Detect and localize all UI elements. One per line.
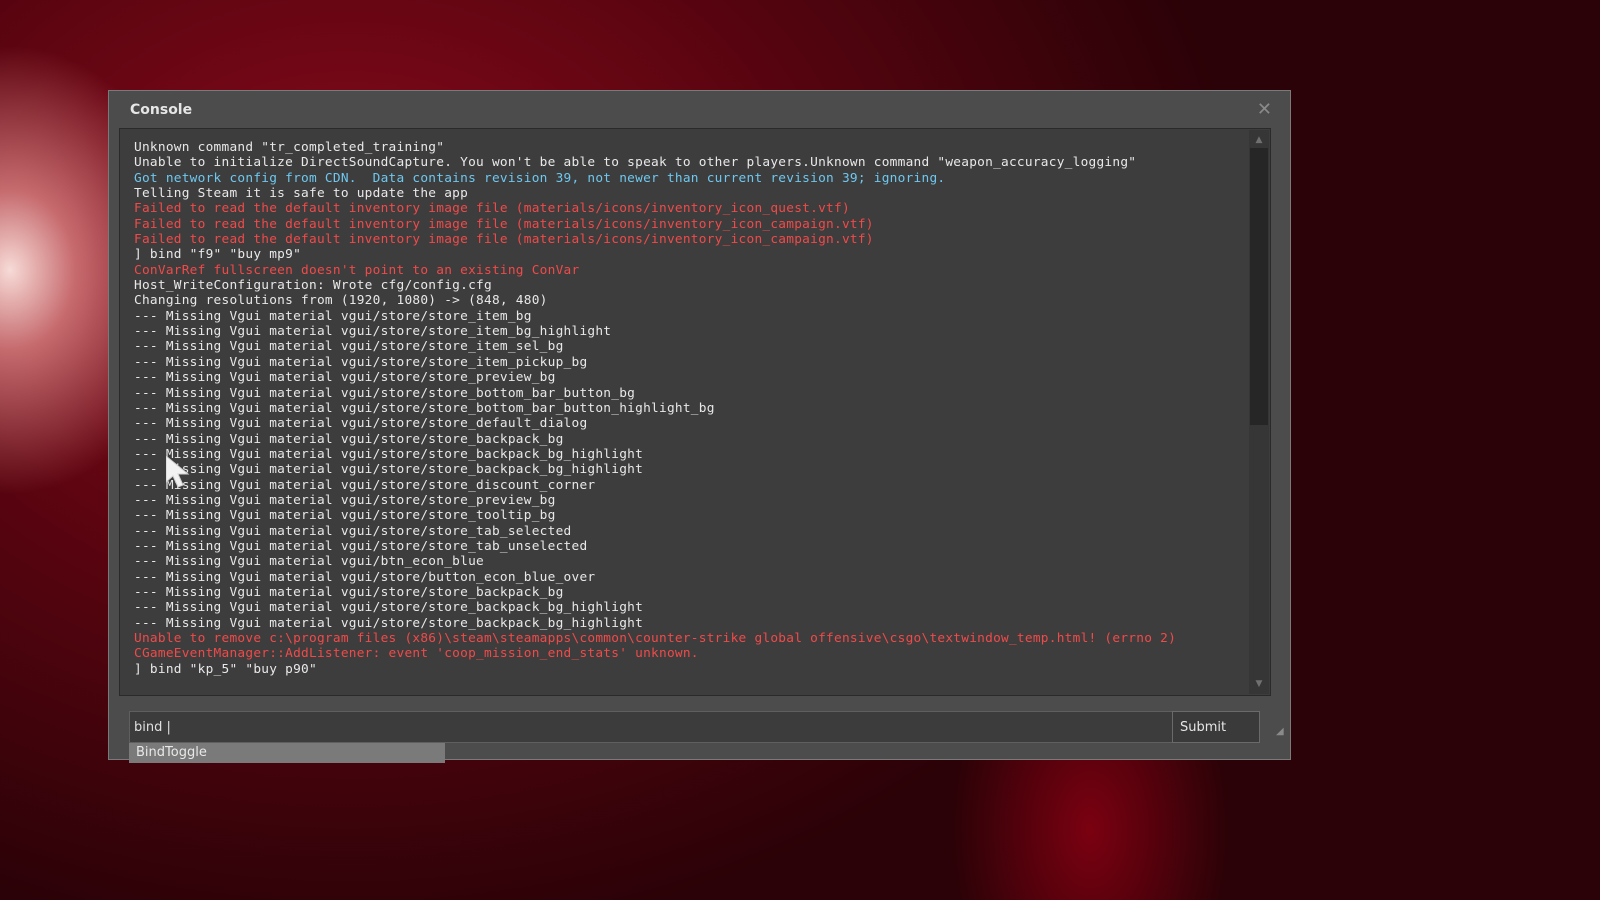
log-line: --- Missing Vgui material vgui/store/sto…: [134, 508, 556, 524]
log-line: ] bind "f9" "buy mp9": [134, 247, 302, 263]
log-line: ConVarRef fullscreen doesn't point to an…: [134, 262, 580, 278]
log-line: --- Missing Vgui material vgui/store/sto…: [134, 477, 596, 493]
log-line: Changing resolutions from (1920, 1080) -…: [134, 293, 548, 309]
log-line: Failed to read the default inventory ima…: [134, 232, 874, 248]
log-line: --- Missing Vgui material vgui/store/sto…: [134, 492, 556, 508]
command-input-container[interactable]: [129, 711, 1173, 743]
submit-button[interactable]: Submit: [1172, 711, 1260, 743]
title-bar[interactable]: Console ✕: [109, 91, 1290, 127]
log-line: --- Missing Vgui material vgui/store/sto…: [134, 324, 612, 340]
log-line: Telling Steam it is safe to update the a…: [134, 186, 469, 202]
log-line: Host_WriteConfiguration: Wrote cfg/confi…: [134, 278, 492, 294]
log-line: Unable to remove c:\program files (x86)\…: [134, 631, 1177, 646]
console-log: Unknown command "tr_completed_training" U…: [119, 128, 1271, 696]
command-input[interactable]: [130, 712, 1172, 742]
resize-grip-icon[interactable]: ◢: [1276, 727, 1286, 737]
log-line: --- Missing Vgui material vgui/btn_econ_…: [134, 554, 484, 570]
mouse-cursor-icon: [166, 456, 190, 488]
log-line: --- Missing Vgui material vgui/store/sto…: [134, 523, 572, 539]
log-line: --- Missing Vgui material vgui/store/but…: [134, 569, 596, 585]
log-line: --- Missing Vgui material vgui/store/sto…: [134, 400, 715, 416]
log-line: --- Missing Vgui material vgui/store/sto…: [134, 370, 556, 386]
log-line: --- Missing Vgui material vgui/store/sto…: [134, 538, 588, 554]
log-line: Got network config from CDN. Data contai…: [134, 170, 946, 186]
console-window: Console ✕ Unknown command "tr_completed_…: [108, 90, 1291, 763]
log-line: --- Missing Vgui material vgui/store/sto…: [134, 339, 564, 355]
log-line: CGameEventManager::AddListener: event 'c…: [134, 646, 699, 662]
log-line: --- Missing Vgui material vgui/store/sto…: [134, 600, 644, 616]
autocomplete-item[interactable]: BindToggle: [136, 745, 207, 760]
scroll-down-icon[interactable]: ▼: [1249, 676, 1269, 692]
log-line: --- Missing Vgui material vgui/store/sto…: [134, 308, 532, 324]
scroll-thumb[interactable]: [1250, 148, 1268, 425]
window-title: Console: [130, 102, 193, 118]
log-line: --- Missing Vgui material vgui/store/sto…: [134, 431, 564, 447]
log-line: Unable to initialize DirectSoundCapture.…: [134, 155, 1137, 171]
scrollbar[interactable]: ▲ ▼: [1249, 130, 1269, 694]
scroll-up-icon[interactable]: ▲: [1249, 132, 1269, 148]
log-line: --- Missing Vgui material vgui/store/sto…: [134, 462, 644, 478]
close-icon[interactable]: ✕: [1257, 99, 1272, 120]
log-line: Unknown command "tr_completed_training": [134, 140, 445, 155]
autocomplete-dropdown: BindToggle: [129, 743, 445, 763]
log-line: Failed to read the default inventory ima…: [134, 201, 850, 217]
log-line: --- Missing Vgui material vgui/store/sto…: [134, 385, 636, 401]
log-line: Failed to read the default inventory ima…: [134, 216, 874, 232]
log-lines: Unknown command "tr_completed_training" U…: [134, 140, 1244, 677]
log-line: --- Missing Vgui material vgui/store/sto…: [134, 615, 644, 631]
log-line: --- Missing Vgui material vgui/store/sto…: [134, 446, 644, 462]
log-line: ] bind "kp_5" "buy p90": [134, 661, 317, 677]
log-line: --- Missing Vgui material vgui/store/sto…: [134, 584, 564, 600]
log-line: --- Missing Vgui material vgui/store/sto…: [134, 416, 588, 432]
log-line: --- Missing Vgui material vgui/store/sto…: [134, 354, 588, 370]
